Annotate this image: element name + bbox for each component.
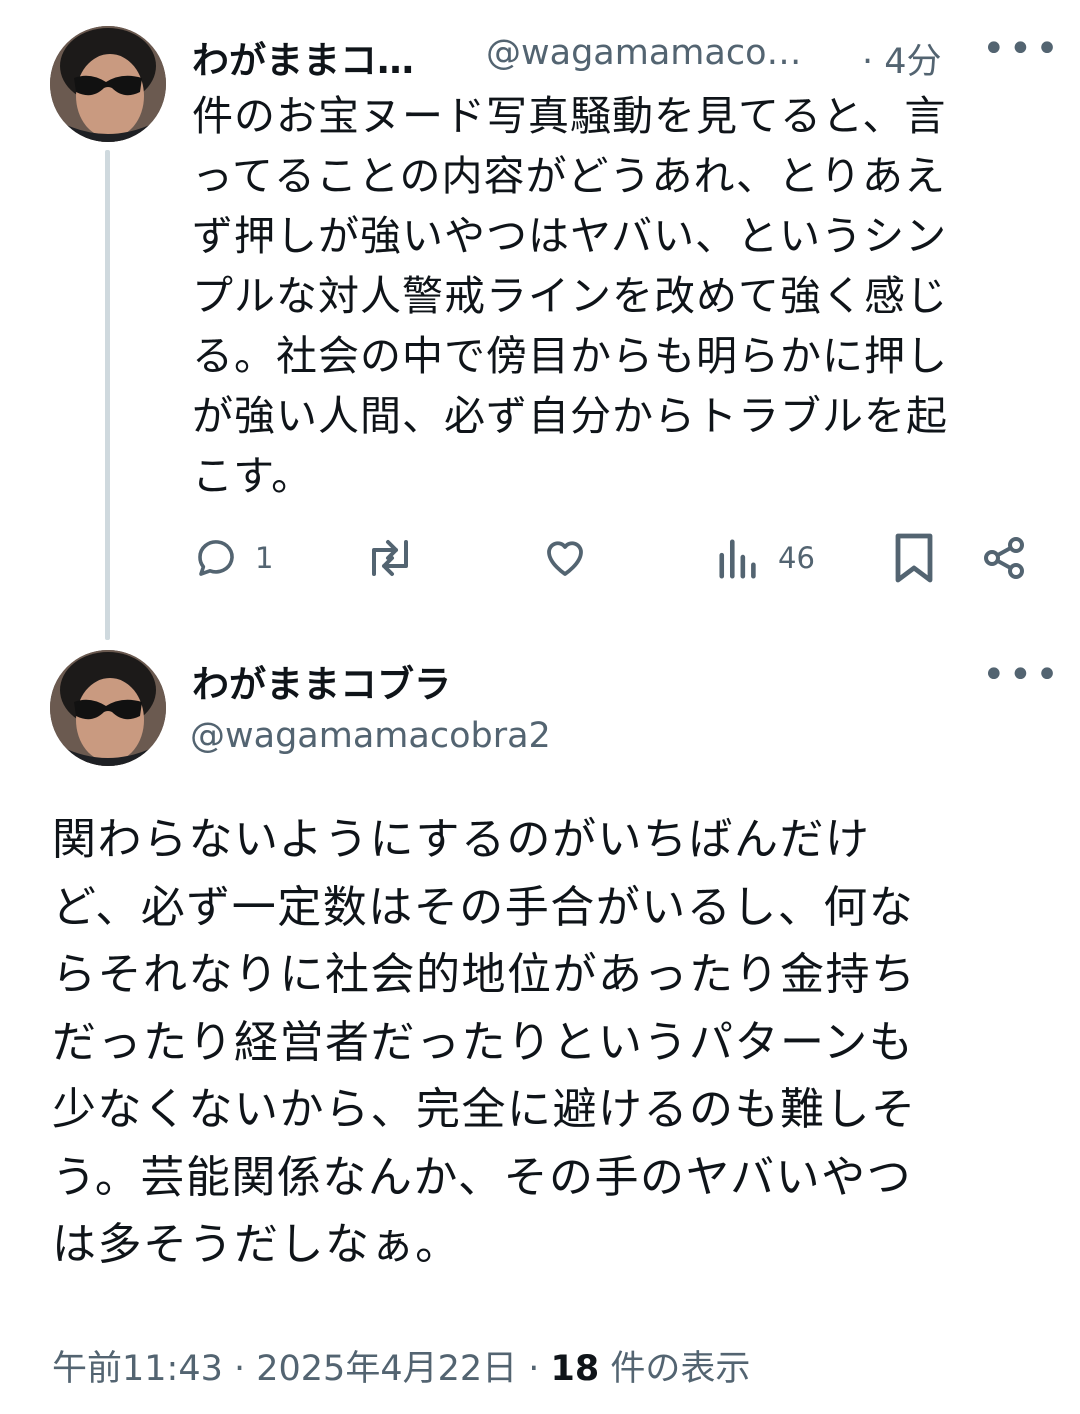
handle[interactable]: @wagamamaco… — [486, 33, 801, 73]
thread-line — [105, 150, 110, 640]
avatar[interactable] — [50, 26, 166, 142]
bookmark-icon — [895, 533, 933, 583]
timestamp[interactable]: 午前11:43 · 2025年4月22日 · — [52, 1349, 551, 1389]
views-button[interactable] — [716, 536, 762, 582]
avatar[interactable] — [50, 650, 166, 766]
more-horizontal-icon[interactable]: ••• — [982, 652, 1062, 698]
share-button[interactable] — [980, 534, 1028, 582]
tweet-text: 関わらないようにするのがいちばんだけ ど、必ず一定数はその手合がいるし、何な ら… — [52, 814, 917, 1270]
views-number: 18 — [550, 1349, 600, 1389]
views-count: 46 — [778, 541, 815, 575]
reply-count: 1 — [255, 541, 274, 575]
retweet-button[interactable] — [362, 534, 418, 582]
retweet-icon — [372, 540, 408, 576]
tweet-meta: 午前11:43 · 2025年4月22日 · 18 件の表示 — [52, 1340, 750, 1391]
bookmark-button[interactable] — [892, 532, 936, 584]
reply-button[interactable] — [192, 534, 240, 582]
heart-icon — [547, 541, 583, 576]
analytics-icon — [719, 539, 756, 579]
handle[interactable]: @wagamamacobra2 — [190, 716, 551, 756]
tweet-text: 件のお宝ヌード写真騒動を見てると、言 ってることの内容がどうあれ、とりあえ ず押… — [192, 92, 948, 500]
more-horizontal-icon[interactable]: ••• — [982, 26, 1062, 72]
like-button[interactable] — [540, 534, 590, 582]
share-icon — [984, 537, 1024, 579]
views-label: 件の表示 — [599, 1349, 751, 1389]
display-name[interactable]: わがままコ… — [192, 30, 414, 84]
display-name[interactable]: わがままコブラ — [192, 654, 451, 708]
post-time[interactable]: · 4分 — [862, 33, 942, 84]
reply-icon — [198, 540, 234, 576]
